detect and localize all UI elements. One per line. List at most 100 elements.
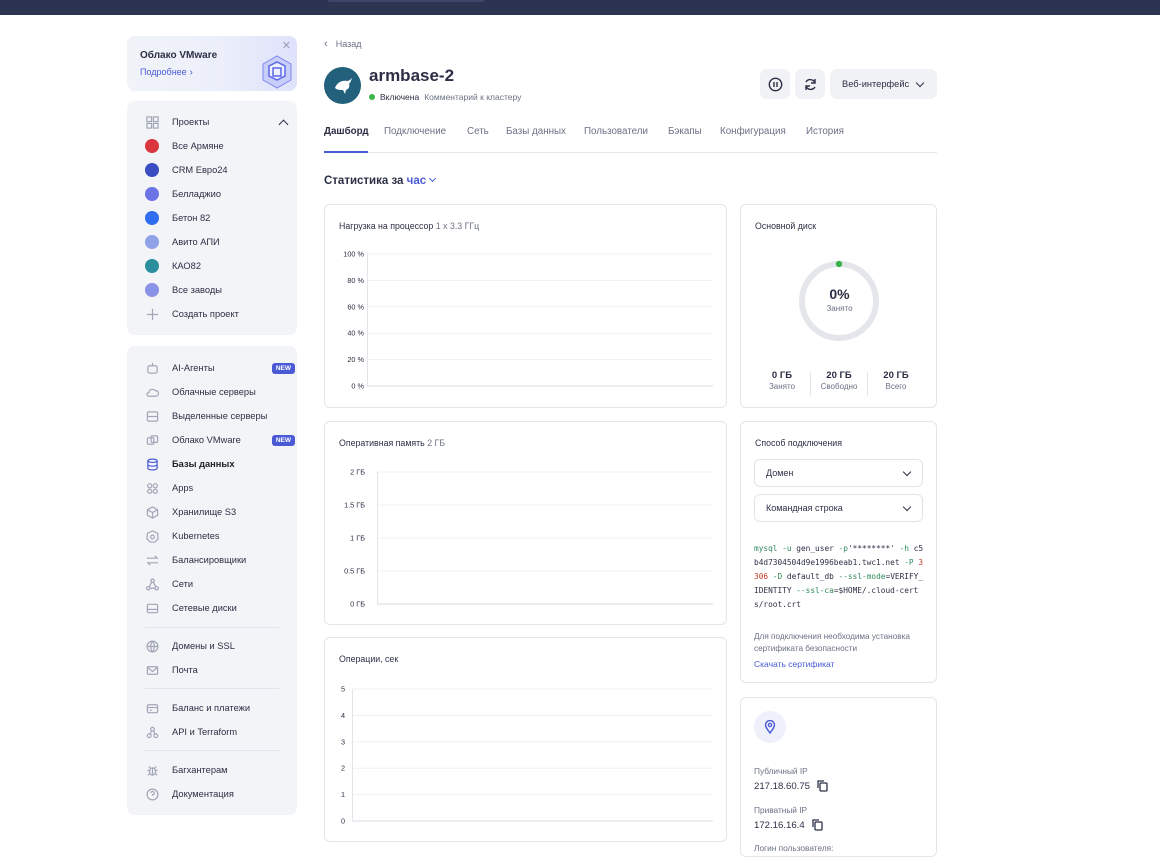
disk-free: 20 ГБ Свободно bbox=[811, 370, 867, 396]
connection-method-select[interactable]: Командная строка bbox=[754, 494, 923, 522]
sidebar-item[interactable]: Почта bbox=[145, 660, 295, 680]
sidebar-item-label: Почта bbox=[172, 665, 198, 675]
sidebar-item-label: Apps bbox=[172, 483, 194, 493]
sidebar-item[interactable]: Сетевые диски bbox=[145, 598, 295, 618]
cmd-flag: --ssl-mode bbox=[838, 572, 886, 581]
sidebar-item[interactable]: Багхантерам bbox=[145, 760, 295, 780]
project-item[interactable]: Бетон 82 bbox=[145, 208, 295, 228]
sidebar-item[interactable]: Баланс и платежи bbox=[145, 698, 295, 718]
sidebar-item-label: Сети bbox=[172, 579, 194, 589]
apps-icon bbox=[145, 481, 159, 495]
sidebar-item[interactable]: Документация bbox=[145, 784, 295, 804]
tab[interactable]: Сеть bbox=[467, 126, 489, 137]
project-label: Все заводы bbox=[172, 285, 222, 295]
sidebar-item-label: Облако VMware bbox=[172, 435, 241, 445]
sidebar-item[interactable]: Выделенные серверы bbox=[145, 406, 295, 426]
tab[interactable]: Бэкапы bbox=[668, 126, 702, 137]
sidebar-item-label: Баланс и платежи bbox=[172, 703, 251, 713]
sidebar-item[interactable]: API и Terraform bbox=[145, 722, 295, 742]
cmd-db: default_db bbox=[786, 572, 834, 581]
disk-total-label: Всего bbox=[885, 382, 907, 391]
web-interface-label: Веб-интерфейс bbox=[842, 79, 910, 89]
disk-free-label: Свободно bbox=[820, 382, 858, 391]
sidebar-item-label: Хранилище S3 bbox=[172, 507, 237, 517]
sidebar-item[interactable]: Apps bbox=[145, 478, 295, 498]
sidebar-item[interactable]: Базы данных bbox=[145, 454, 295, 474]
disk-free-value: 20 ГБ bbox=[826, 370, 852, 381]
project-label: КАО82 bbox=[172, 261, 201, 271]
disk-usage-marker bbox=[835, 260, 843, 268]
robot-icon bbox=[145, 361, 159, 375]
cmd-flag: -P bbox=[904, 558, 914, 567]
create-project-button[interactable]: Создать проект bbox=[145, 304, 295, 324]
database-icon bbox=[145, 457, 159, 471]
projects-header[interactable]: Проекты bbox=[145, 112, 295, 132]
y-tick-label: 0 ГБ bbox=[350, 600, 365, 609]
project-item[interactable]: CRM Евро24 bbox=[145, 160, 295, 180]
ops-chart: 5 4 3 2 1 0 bbox=[341, 685, 713, 826]
project-item[interactable]: Авито АПИ bbox=[145, 232, 295, 252]
promo-link[interactable]: Подробнее bbox=[140, 67, 193, 78]
host-type-select[interactable]: Домен bbox=[754, 459, 923, 487]
project-item[interactable]: Все заводы bbox=[145, 280, 295, 300]
sidebar-item[interactable]: Kubernetes bbox=[145, 526, 295, 546]
private-ip-row: 172.16.16.4 bbox=[754, 819, 823, 831]
server-icon bbox=[145, 409, 159, 423]
pause-button[interactable] bbox=[760, 69, 790, 99]
ram-chart-panel: Оперативная память 2 ГБ 2 ГБ 1.5 ГБ 1 ГБ 0.… bbox=[324, 421, 727, 625]
project-avatar bbox=[145, 211, 159, 225]
sidebar-item[interactable]: Облако VMware NEW bbox=[145, 430, 295, 450]
project-avatar bbox=[145, 139, 159, 153]
sidebar-item[interactable]: Облачные серверы bbox=[145, 382, 295, 402]
project-item[interactable]: КАО82 bbox=[145, 256, 295, 276]
disk-total: 20 ГБ Всего bbox=[868, 370, 924, 396]
project-item[interactable]: Белладжио bbox=[145, 184, 295, 204]
pause-icon bbox=[768, 77, 782, 91]
public-ip-value: 217.18.60.75 bbox=[754, 780, 811, 792]
y-tick-label: 0.5 ГБ bbox=[344, 567, 365, 576]
download-certificate-link[interactable]: Скачать сертификат bbox=[754, 659, 834, 669]
project-label: CRM Евро24 bbox=[172, 165, 228, 175]
disk-usage-ring bbox=[799, 260, 879, 341]
private-ip-value: 172.16.16.4 bbox=[754, 819, 805, 831]
cluster-comment-link[interactable]: Комментарий к кластеру bbox=[424, 92, 521, 102]
chevron-up-icon[interactable] bbox=[278, 119, 289, 129]
sidebar-item[interactable]: Хранилище S3 bbox=[145, 502, 295, 522]
restart-button[interactable] bbox=[795, 69, 825, 99]
project-avatar bbox=[145, 283, 159, 297]
connection-command[interactable]: mysql -u gen_user -p'********' -h c5b4d7… bbox=[754, 542, 926, 612]
y-tick-label: 0 % bbox=[351, 382, 364, 391]
status-row: Включена Комментарий к кластеру bbox=[369, 92, 521, 102]
tab[interactable]: Базы данных bbox=[506, 126, 566, 137]
web-interface-dropdown[interactable]: Веб-интерфейс bbox=[830, 69, 937, 99]
tab[interactable]: Пользователи bbox=[584, 126, 648, 137]
sidebar-item[interactable]: Сети bbox=[145, 574, 295, 594]
y-tick-label: 1.5 ГБ bbox=[344, 501, 365, 510]
sidebar-item[interactable]: Балансировщики bbox=[145, 550, 295, 570]
tab[interactable]: Подключение bbox=[384, 126, 446, 137]
project-avatar bbox=[145, 187, 159, 201]
y-tick-label: 20 % bbox=[347, 355, 364, 364]
sidebar-item[interactable]: Домены и SSL bbox=[145, 636, 295, 656]
sidebar-item-label: Домены и SSL bbox=[172, 641, 235, 651]
cloud-icon bbox=[145, 385, 159, 399]
back-link[interactable]: Назад bbox=[324, 38, 362, 50]
y-tick-label: 1 bbox=[341, 790, 345, 799]
project-avatar bbox=[145, 259, 159, 273]
copy-icon[interactable] bbox=[812, 819, 823, 831]
copy-icon[interactable] bbox=[817, 780, 828, 792]
project-item[interactable]: Все Армяне bbox=[145, 136, 295, 156]
project-avatar bbox=[145, 163, 159, 177]
sidebar-item-label: Облачные серверы bbox=[172, 387, 256, 397]
ram-chart: 2 ГБ 1.5 ГБ 1 ГБ 0.5 ГБ 0 ГБ bbox=[344, 468, 713, 609]
tab[interactable]: Конфигурация bbox=[720, 126, 786, 137]
tab[interactable]: Дашборд bbox=[324, 126, 369, 137]
sidebar-item[interactable]: AI-Агенты NEW bbox=[145, 358, 295, 378]
ops-chart-panel: Операции, сек 543210 bbox=[324, 637, 727, 842]
tab[interactable]: История bbox=[806, 126, 844, 137]
sidebar-item-label: Документация bbox=[172, 789, 234, 799]
period-selector[interactable]: час bbox=[407, 174, 437, 187]
y-tick-label: 2 bbox=[341, 764, 345, 773]
disk-icon bbox=[145, 601, 159, 615]
vmware-promo-card[interactable]: Облако VMware Подробнее ✕ bbox=[127, 36, 297, 91]
